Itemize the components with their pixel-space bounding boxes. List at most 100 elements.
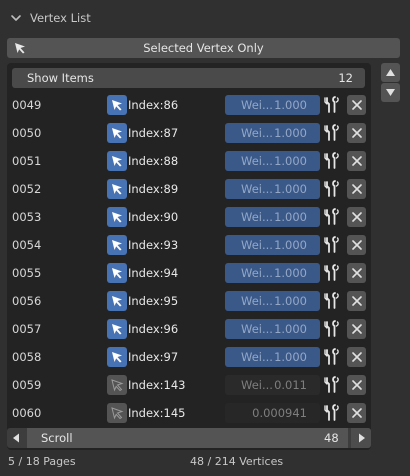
cursor-arrow-icon	[111, 379, 124, 392]
selected-vertex-only-label: Selected Vertex Only	[143, 41, 264, 55]
selected-vertex-only-button[interactable]: Selected Vertex Only	[7, 38, 400, 58]
select-toggle[interactable]	[107, 95, 127, 115]
weight-value: 1.000	[274, 182, 307, 196]
select-toggle[interactable]	[107, 347, 127, 367]
wrench-button[interactable]	[322, 347, 342, 367]
vertex-name: Index:143	[128, 378, 186, 392]
show-items-header[interactable]: Show Items 12	[12, 68, 365, 88]
close-icon	[352, 296, 362, 306]
weight-field[interactable]: Wei... 1.000	[225, 207, 320, 227]
move-down-button[interactable]	[381, 83, 400, 102]
wrench-button[interactable]	[322, 179, 342, 199]
show-items-label: Show Items	[27, 71, 94, 85]
remove-button[interactable]	[347, 263, 366, 283]
select-toggle[interactable]	[107, 151, 127, 171]
weight-value: 1.000	[274, 350, 307, 364]
cursor-arrow-icon	[112, 324, 122, 335]
vertex-number: 0051	[12, 154, 42, 168]
wrench-button[interactable]	[322, 151, 342, 171]
select-toggle[interactable]	[107, 403, 127, 423]
scroll-left-button[interactable]	[7, 428, 27, 448]
wrench-button[interactable]	[322, 263, 342, 283]
remove-button[interactable]	[347, 375, 366, 395]
remove-button[interactable]	[347, 151, 366, 171]
weight-field[interactable]: Wei... 1.000	[225, 151, 320, 171]
list-item[interactable]: 0059 Index:143 Wei... 0.011	[7, 374, 371, 396]
close-icon	[352, 324, 362, 334]
list-item[interactable]: 0060 Index:145 0.000941	[7, 402, 371, 424]
list-item[interactable]: 0057 Index:96 Wei... 1.000	[7, 318, 371, 340]
close-icon	[352, 352, 362, 362]
weight-value: 1.000	[274, 294, 307, 308]
close-icon	[352, 128, 362, 138]
list-item[interactable]: 0050 Index:87 Wei... 1.000	[7, 122, 371, 144]
wrench-icon	[324, 320, 339, 337]
remove-button[interactable]	[347, 179, 366, 199]
select-toggle[interactable]	[107, 291, 127, 311]
weight-value: 1.000	[274, 210, 307, 224]
wrench-button[interactable]	[322, 123, 342, 143]
weight-field[interactable]: Wei... 1.000	[225, 95, 320, 115]
select-toggle[interactable]	[107, 375, 127, 395]
weight-label: Wei...	[241, 210, 273, 224]
list-item[interactable]: 0058 Index:97 Wei... 1.000	[7, 346, 371, 368]
remove-button[interactable]	[347, 403, 366, 423]
select-toggle[interactable]	[107, 179, 127, 199]
wrench-button[interactable]	[322, 235, 342, 255]
close-icon	[352, 268, 362, 278]
remove-button[interactable]	[347, 235, 366, 255]
weight-value: 1.000	[274, 266, 307, 280]
close-icon	[352, 100, 362, 110]
weight-label: Wei...	[241, 182, 273, 196]
wrench-button[interactable]	[322, 375, 342, 395]
weight-field[interactable]: Wei... 1.000	[225, 179, 320, 199]
vertex-number: 0056	[12, 294, 42, 308]
select-toggle[interactable]	[107, 263, 127, 283]
weight-field[interactable]: Wei... 1.000	[225, 263, 320, 283]
wrench-button[interactable]	[322, 95, 342, 115]
list-item[interactable]: 0049 Index:86 Wei... 1.000	[7, 94, 371, 116]
select-toggle[interactable]	[107, 207, 127, 227]
scroll-slider[interactable]: Scroll 48	[7, 428, 371, 448]
wrench-button[interactable]	[322, 207, 342, 227]
vertex-number: 0054	[12, 238, 42, 252]
weight-field[interactable]: Wei... 1.000	[225, 319, 320, 339]
weight-field[interactable]: Wei... 1.000	[225, 347, 320, 367]
panel-header[interactable]: Vertex List	[0, 0, 410, 36]
vertex-name: Index:89	[128, 182, 179, 196]
weight-field[interactable]: Wei... 1.000	[225, 291, 320, 311]
select-toggle[interactable]	[107, 319, 127, 339]
vertex-number: 0050	[12, 126, 42, 140]
remove-button[interactable]	[347, 123, 366, 143]
vertex-number: 0060	[12, 406, 42, 420]
weight-field[interactable]: 0.000941	[225, 403, 320, 423]
weight-field[interactable]: Wei... 1.000	[225, 235, 320, 255]
remove-button[interactable]	[347, 95, 366, 115]
list-item[interactable]: 0054 Index:93 Wei... 1.000	[7, 234, 371, 256]
remove-button[interactable]	[347, 207, 366, 227]
move-up-button[interactable]	[381, 63, 400, 82]
wrench-button[interactable]	[322, 291, 342, 311]
wrench-button[interactable]	[322, 403, 342, 423]
select-toggle[interactable]	[107, 235, 127, 255]
weight-value: 1.000	[274, 126, 307, 140]
select-toggle[interactable]	[107, 123, 127, 143]
cursor-arrow-icon	[112, 296, 122, 307]
list-item[interactable]: 0052 Index:89 Wei... 1.000	[7, 178, 371, 200]
list-item[interactable]: 0053 Index:90 Wei... 1.000	[7, 206, 371, 228]
chevron-down-icon	[11, 15, 21, 21]
list-item[interactable]: 0055 Index:94 Wei... 1.000	[7, 262, 371, 284]
remove-button[interactable]	[347, 347, 366, 367]
weight-label: Wei...	[241, 294, 273, 308]
scroll-right-button[interactable]	[351, 428, 371, 448]
list-item[interactable]: 0056 Index:95 Wei... 1.000	[7, 290, 371, 312]
close-icon	[352, 156, 362, 166]
remove-button[interactable]	[347, 319, 366, 339]
wrench-button[interactable]	[322, 319, 342, 339]
weight-value: 1.000	[274, 322, 307, 336]
remove-button[interactable]	[347, 291, 366, 311]
weight-field[interactable]: Wei... 1.000	[225, 123, 320, 143]
list-item[interactable]: 0051 Index:88 Wei... 1.000	[7, 150, 371, 172]
vertex-number: 0057	[12, 322, 42, 336]
weight-field[interactable]: Wei... 0.011	[225, 375, 320, 395]
